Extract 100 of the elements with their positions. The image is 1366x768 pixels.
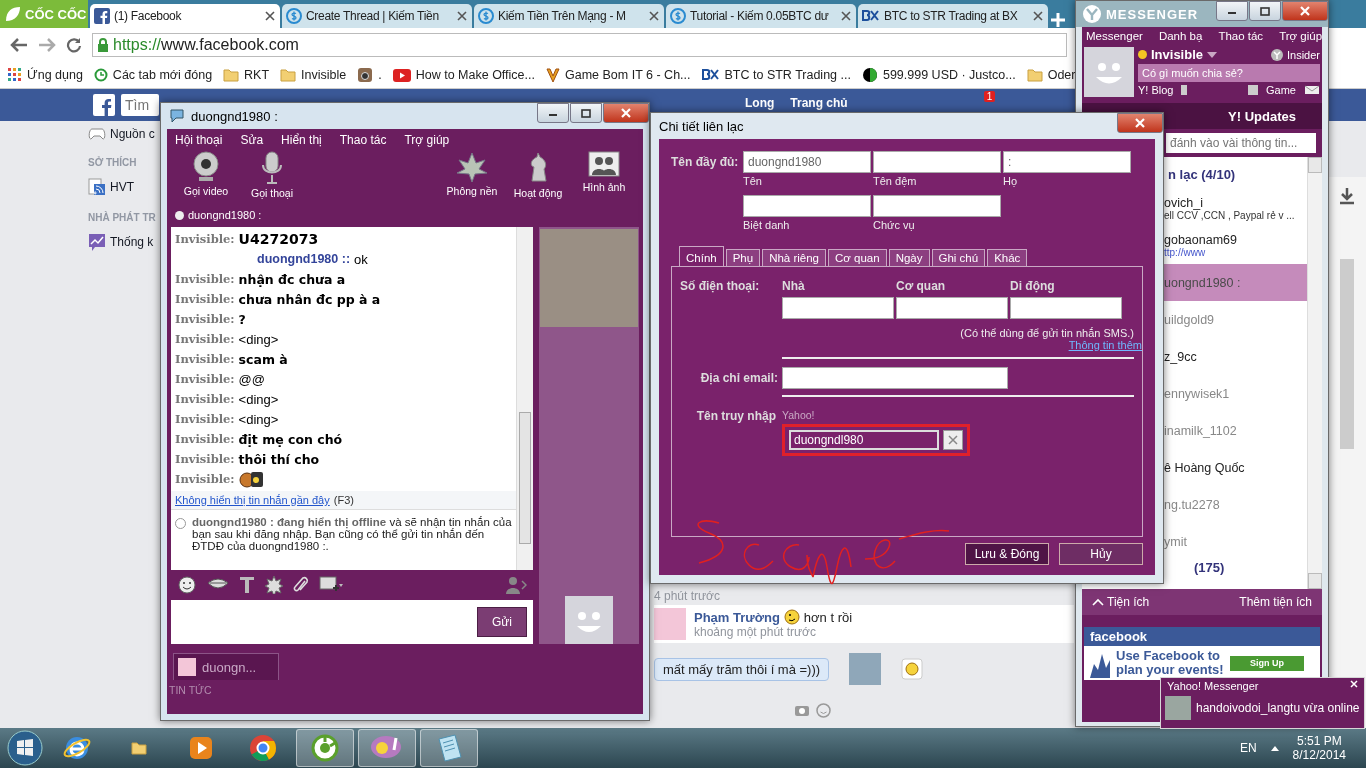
menu-item[interactable]: Hiển thị	[281, 133, 322, 147]
burst-icon[interactable]	[265, 576, 283, 594]
reload-icon[interactable]	[66, 37, 82, 53]
maximize-button[interactable]	[570, 103, 602, 123]
camera-icon[interactable]	[794, 703, 810, 717]
text-field[interactable]	[782, 297, 894, 319]
address-bar[interactable]: https://www.facebook.com	[92, 33, 1067, 57]
search-field[interactable]: Tìm	[121, 94, 159, 116]
close-icon[interactable]	[264, 10, 276, 22]
toolbar-button[interactable]: Hoạt động	[505, 151, 571, 207]
insider-link[interactable]: Insider	[1269, 47, 1320, 62]
bookmark[interactable]: How to Make Office...	[392, 68, 535, 82]
tab[interactable]: Ghi chú	[931, 249, 986, 266]
tray-arrow-icon[interactable]	[1270, 745, 1279, 751]
author-link[interactable]: Phạm Trường	[694, 609, 780, 625]
sidebar-item[interactable]: Thống k	[88, 233, 160, 251]
start-orb-icon[interactable]	[6, 729, 44, 767]
game-link[interactable]: Game	[1266, 84, 1296, 96]
search-field[interactable]: đánh vào vài thông tin...	[1166, 133, 1316, 153]
close-button[interactable]	[1282, 1, 1328, 21]
toolbar-button[interactable]: Gọi video	[173, 151, 239, 207]
more-plugins-link[interactable]: Thêm tiện ích	[1239, 595, 1312, 609]
header-link[interactable]: Trang chủ	[790, 96, 848, 110]
caret-icon[interactable]	[1207, 51, 1218, 58]
sidebar-item[interactable]: HVT	[88, 178, 160, 196]
text-field[interactable]	[873, 151, 1001, 173]
close-icon[interactable]	[840, 10, 852, 22]
more-info-link[interactable]: Thông tin thêm	[1068, 339, 1142, 351]
text-field[interactable]	[782, 367, 1008, 389]
close-icon[interactable]	[1032, 10, 1044, 22]
text-field[interactable]: :	[1003, 151, 1131, 173]
scrollbar-thumb[interactable]	[519, 412, 531, 544]
f-logo-icon[interactable]	[93, 94, 115, 116]
plugins-button[interactable]: Tiện ích	[1092, 595, 1150, 609]
text-field[interactable]: duongnd1980	[743, 151, 871, 173]
bookmark[interactable]: Invisible	[280, 68, 347, 82]
back-icon[interactable]	[10, 37, 28, 53]
browser-tab[interactable]: BTC to STR Trading at BX	[858, 4, 1048, 28]
close-button[interactable]	[1117, 113, 1163, 133]
download-icon[interactable]	[1337, 187, 1356, 205]
bookmark[interactable]: 599.999 USD · Justco...	[861, 67, 1016, 83]
remove-button[interactable]	[943, 430, 963, 450]
tab[interactable]: Chính	[679, 246, 724, 266]
close-icon[interactable]	[456, 10, 468, 22]
person-arrow-icon[interactable]	[505, 576, 527, 594]
close-icon[interactable]	[648, 10, 660, 22]
menu-item[interactable]: Thao tác	[1218, 30, 1264, 42]
scrollbar[interactable]	[516, 227, 533, 570]
clock[interactable]: 5:51 PM 8/12/2014	[1292, 734, 1346, 762]
ad-banner[interactable]: facebook Use Facebook to plan your events! Sign Up	[1084, 627, 1320, 680]
font-icon[interactable]	[239, 576, 255, 594]
screen-share-icon[interactable]	[319, 576, 343, 594]
bookmark[interactable]: Ứng dụng	[8, 68, 83, 82]
toolbar-button[interactable]: Phông nền	[439, 151, 505, 207]
header-link[interactable]: Long	[745, 96, 775, 110]
tab[interactable]: Khác	[987, 249, 1028, 266]
text-field[interactable]	[743, 195, 871, 217]
menu-item[interactable]: Trợ giúp	[1279, 30, 1323, 42]
hide-messages-link[interactable]: Không hiển thị tin nhắn gần đây	[175, 494, 330, 506]
browser-tab[interactable]: Create Thread | Kiếm Tiền	[282, 4, 472, 28]
minimize-button[interactable]	[1216, 1, 1248, 21]
browser-tab[interactable]: Tutorial - Kiếm 0.05BTC dư	[666, 4, 856, 28]
browser-tab[interactable]: (1) Facebook	[90, 4, 280, 28]
bookmark[interactable]: Oder	[1026, 68, 1076, 82]
minimize-button[interactable]	[537, 103, 569, 123]
scrollbar-thumb[interactable]	[1339, 259, 1354, 449]
menu-item[interactable]: Messenger	[1086, 30, 1143, 42]
send-button[interactable]: Gửi	[477, 607, 527, 637]
tab[interactable]: Nhà riêng	[762, 249, 827, 266]
menu-item[interactable]: Thao tác	[339, 133, 387, 147]
bookmark[interactable]: Các tab mới đóng	[93, 68, 213, 82]
username-field[interactable]: duongndl980	[789, 430, 939, 450]
menu-item[interactable]: Danh bạ	[1158, 30, 1203, 42]
bookmark[interactable]: Game Bom IT 6 - Ch...	[546, 67, 691, 83]
sign-up-button[interactable]: Sign Up	[1230, 655, 1304, 671]
sidebar-item[interactable]: Nguồn c	[88, 127, 160, 141]
menu-item[interactable]: Trợ giúp	[404, 133, 450, 147]
bookmark[interactable]: .	[357, 67, 382, 83]
blog-link[interactable]: Y! Blog	[1138, 84, 1174, 96]
mail-icon[interactable]	[1304, 85, 1320, 95]
tab[interactable]: Cơ quan	[828, 249, 887, 266]
taskbar-button[interactable]	[296, 729, 354, 767]
browser-tab[interactable]: Kiếm Tiền Trên Mạng - M	[474, 4, 664, 28]
text-field[interactable]	[896, 297, 1008, 319]
toolbar-button[interactable]: Hình ảnh	[571, 151, 637, 207]
tab[interactable]: Phụ	[725, 249, 761, 266]
maximize-button[interactable]	[1249, 1, 1281, 21]
status-message-field[interactable]: Có gì muốn chia sẻ?	[1138, 64, 1320, 82]
save-button[interactable]: Lưu & Đóng	[965, 543, 1049, 565]
message-input[interactable]: Gửi	[171, 600, 533, 644]
new-tab-icon[interactable]	[1050, 12, 1066, 28]
menu-item[interactable]: Sửa	[240, 133, 264, 147]
bookmark[interactable]: BTC to STR Trading ...	[701, 68, 851, 82]
bookmark[interactable]: RKT	[223, 68, 270, 82]
text-field[interactable]	[1010, 297, 1122, 319]
conversation-tab[interactable]: duongn...	[173, 653, 279, 680]
status-selector[interactable]: Invisible	[1151, 47, 1204, 62]
menu-item[interactable]: Hội thoại	[175, 133, 223, 147]
paperclip-icon[interactable]	[293, 576, 309, 594]
tab[interactable]: Ngày	[888, 249, 930, 266]
